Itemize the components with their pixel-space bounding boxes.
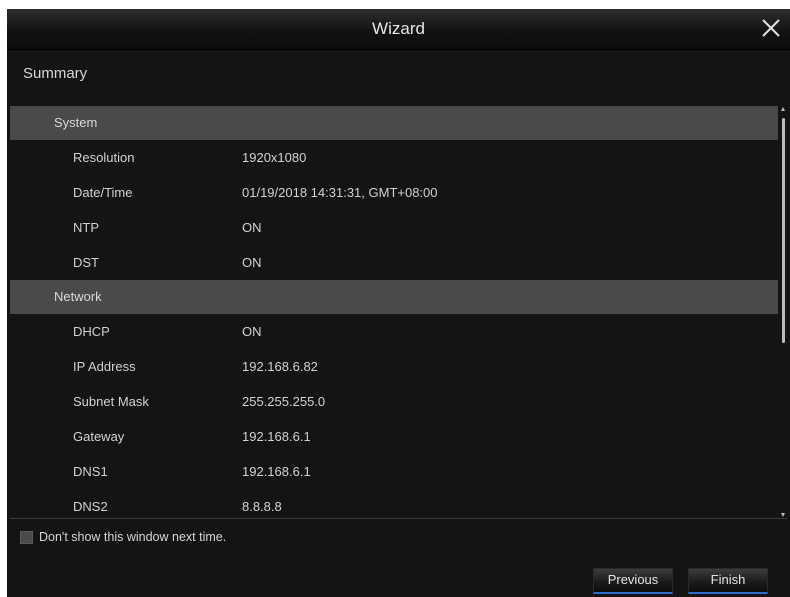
row-value: 192.168.6.82: [242, 359, 318, 374]
group-header-system: System: [10, 106, 778, 140]
close-button[interactable]: [758, 15, 784, 41]
summary-row-datetime: Date/Time 01/19/2018 14:31:31, GMT+08:00: [10, 175, 778, 210]
row-value: 192.168.6.1: [242, 429, 311, 444]
close-icon: [762, 19, 780, 37]
row-label: Date/Time: [73, 185, 133, 200]
summary-row-dns2: DNS2 8.8.8.8: [10, 489, 778, 518]
summary-row-dhcp: DHCP ON: [10, 314, 778, 349]
summary-row-subnet-mask: Subnet Mask 255.255.255.0: [10, 384, 778, 419]
dont-show-again-option[interactable]: Don't show this window next time.: [20, 528, 226, 546]
previous-button[interactable]: Previous: [593, 568, 673, 594]
row-label: DHCP: [73, 324, 110, 339]
summary-row-dns1: DNS1 192.168.6.1: [10, 454, 778, 489]
row-label: Resolution: [73, 150, 135, 165]
summary-panel: System Resolution 1920x1080 Date/Time 01…: [10, 106, 787, 519]
summary-row-dst: DST ON: [10, 245, 778, 280]
window-title: Wizard: [372, 19, 425, 38]
row-label: IP Address: [73, 359, 136, 374]
row-label: Subnet Mask: [73, 394, 149, 409]
summary-list: System Resolution 1920x1080 Date/Time 01…: [10, 106, 778, 518]
row-label: DNS2: [73, 499, 108, 514]
scrollbar[interactable]: [780, 106, 787, 518]
row-label: Gateway: [73, 429, 125, 444]
row-value: 255.255.255.0: [242, 394, 326, 409]
row-value: 1920x1080: [242, 150, 307, 165]
row-value: 8.8.8.8: [242, 499, 282, 514]
checkbox-icon[interactable]: [20, 530, 33, 544]
row-value: 01/19/2018 14:31:31, GMT+08:00: [242, 185, 438, 200]
finish-button[interactable]: Finish: [688, 568, 768, 594]
scroll-up-arrow-icon[interactable]: [781, 107, 785, 111]
title-bar: Wizard: [7, 9, 790, 50]
row-label: DNS1: [73, 464, 108, 479]
section-title: Summary: [23, 65, 88, 82]
row-label: NTP: [73, 220, 99, 235]
group-header-network: Network: [10, 280, 778, 314]
row-value: ON: [242, 255, 262, 270]
checkbox-label: Don't show this window next time.: [39, 530, 227, 544]
scroll-down-arrow-icon[interactable]: [781, 513, 785, 517]
row-value: 192.168.6.1: [242, 464, 311, 479]
summary-row-gateway: Gateway 192.168.6.1: [10, 419, 778, 454]
row-label: DST: [73, 255, 99, 270]
summary-row-resolution: Resolution 1920x1080: [10, 140, 778, 175]
row-value: ON: [242, 220, 262, 235]
wizard-window: Wizard Summary System Resolution 1920x10…: [7, 9, 790, 597]
summary-row-ip-address: IP Address 192.168.6.82: [10, 349, 778, 384]
scroll-thumb[interactable]: [782, 118, 785, 343]
row-value: ON: [242, 324, 262, 339]
summary-row-ntp: NTP ON: [10, 210, 778, 245]
